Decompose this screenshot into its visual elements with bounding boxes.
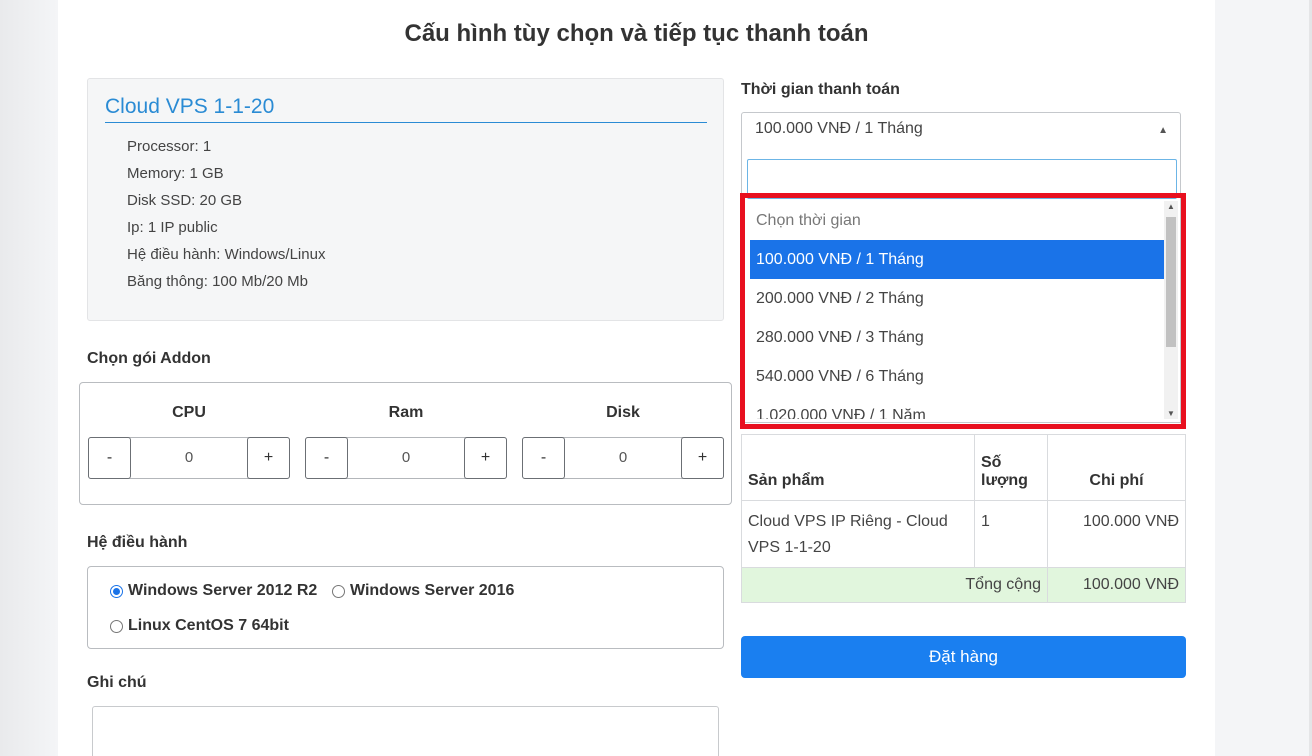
dropdown-search-input[interactable]	[747, 159, 1177, 199]
header-quantity: Số lượng	[974, 434, 1048, 501]
disk-decrement-button[interactable]: -	[522, 437, 565, 479]
os-option-centos-7[interactable]: Linux CentOS 7 64bit	[110, 617, 289, 635]
spec-bandwidth: Băng thông: 100 Mb/20 Mb	[127, 273, 308, 290]
table-row: Cloud VPS IP Riêng - Cloud VPS 1-1-20 1 …	[741, 500, 1186, 568]
billing-cycle-label: Thời gian thanh toán	[741, 81, 900, 98]
spec-os: Hệ điều hành: Windows/Linux	[127, 246, 326, 263]
note-textarea[interactable]	[92, 706, 719, 756]
row-quantity: 1	[974, 500, 1048, 568]
dropdown-option-1-month[interactable]: 100.000 VNĐ / 1 Tháng	[750, 240, 1164, 279]
addon-box: CPU - 0 + Ram - 0 + Disk - 0 +	[79, 382, 732, 505]
total-value: 100.000 VNĐ	[1047, 567, 1186, 603]
os-section-label: Hệ điều hành	[87, 534, 188, 551]
os-option-label: Linux CentOS 7 64bit	[128, 617, 289, 634]
table-header-row: Sản phẩm Số lượng Chi phí	[741, 434, 1186, 501]
os-options-box: Windows Server 2012 R2 Windows Server 20…	[87, 566, 724, 649]
page-title: Cấu hình tùy chọn và tiếp tục thanh toán	[404, 20, 869, 47]
disk-stepper: - 0 +	[522, 437, 724, 479]
addon-cpu-title: CPU	[172, 404, 206, 421]
dropdown-options-list: Chọn thời gian 100.000 VNĐ / 1 Tháng 200…	[750, 201, 1164, 419]
os-option-label: Windows Server 2016	[350, 582, 515, 599]
radio-unchecked-icon[interactable]	[332, 584, 345, 598]
billing-cycle-select[interactable]: 100.000 VNĐ / 1 Tháng ▲	[741, 112, 1181, 154]
addon-disk-title: Disk	[606, 404, 640, 421]
scroll-up-arrow-icon[interactable]: ▲	[1164, 202, 1178, 211]
os-option-label: Windows Server 2012 R2	[128, 582, 318, 599]
disk-quantity-input[interactable]: 0	[567, 438, 679, 478]
spec-ip: Ip: 1 IP public	[127, 219, 218, 236]
dropdown-option-2-months[interactable]: 200.000 VNĐ / 2 Tháng	[750, 279, 1164, 318]
addon-section-label: Chọn gói Addon	[87, 350, 211, 367]
product-name: Cloud VPS 1-1-20	[105, 95, 707, 123]
ram-increment-button[interactable]: +	[464, 437, 507, 479]
caret-up-icon: ▲	[1158, 125, 1168, 136]
row-cost: 100.000 VNĐ	[1047, 500, 1186, 568]
ram-decrement-button[interactable]: -	[305, 437, 348, 479]
os-option-windows-2016[interactable]: Windows Server 2016	[332, 582, 514, 600]
header-product: Sản phẩm	[741, 434, 975, 501]
cpu-stepper: - 0 +	[88, 437, 290, 479]
page-right-gutter	[1215, 0, 1312, 756]
ram-quantity-input[interactable]: 0	[350, 438, 462, 478]
dropdown-scrollbar[interactable]: ▲ ▼	[1164, 201, 1178, 419]
billing-cycle-dropdown: Chọn thời gian 100.000 VNĐ / 1 Tháng 200…	[741, 153, 1181, 423]
dropdown-option-6-months[interactable]: 540.000 VNĐ / 6 Tháng	[750, 357, 1164, 396]
ram-stepper: - 0 +	[305, 437, 507, 479]
dropdown-option-1-year[interactable]: 1.020.000 VNĐ / 1 Năm	[750, 396, 1164, 419]
total-label: Tổng cộng	[741, 567, 1048, 603]
product-spec-list: Processor: 1 Memory: 1 GB Disk SSD: 20 G…	[127, 137, 325, 299]
row-product-name: Cloud VPS IP Riêng - Cloud VPS 1-1-20	[741, 500, 975, 568]
os-option-windows-2012[interactable]: Windows Server 2012 R2	[110, 582, 317, 600]
spec-memory: Memory: 1 GB	[127, 165, 224, 182]
place-order-button[interactable]: Đặt hàng	[741, 636, 1186, 678]
scroll-down-arrow-icon[interactable]: ▼	[1164, 409, 1178, 418]
disk-increment-button[interactable]: +	[681, 437, 724, 479]
spec-disk: Disk SSD: 20 GB	[127, 192, 243, 209]
header-cost: Chi phí	[1047, 434, 1186, 501]
order-config-panel: Cấu hình tùy chọn và tiếp tục thanh toán…	[58, 0, 1215, 756]
billing-cycle-selected-value: 100.000 VNĐ / 1 Tháng	[755, 120, 923, 137]
scrollbar-thumb[interactable]	[1166, 217, 1176, 347]
radio-checked-icon[interactable]	[110, 584, 123, 598]
table-total-row: Tổng cộng 100.000 VNĐ	[741, 567, 1186, 603]
dropdown-option-placeholder[interactable]: Chọn thời gian	[750, 201, 1164, 240]
cpu-quantity-input[interactable]: 0	[133, 438, 245, 478]
cpu-decrement-button[interactable]: -	[88, 437, 131, 479]
product-card: Cloud VPS 1-1-20 Processor: 1 Memory: 1 …	[87, 78, 724, 321]
dropdown-option-3-months[interactable]: 280.000 VNĐ / 3 Tháng	[750, 318, 1164, 357]
order-summary-table: Sản phẩm Số lượng Chi phí Cloud VPS IP R…	[741, 434, 1186, 603]
radio-unchecked-icon[interactable]	[110, 619, 123, 633]
cpu-increment-button[interactable]: +	[247, 437, 290, 479]
page-left-gutter	[0, 0, 58, 756]
spec-processor: Processor: 1	[127, 138, 212, 155]
addon-ram-title: Ram	[388, 404, 424, 421]
note-section-label: Ghi chú	[87, 674, 147, 691]
